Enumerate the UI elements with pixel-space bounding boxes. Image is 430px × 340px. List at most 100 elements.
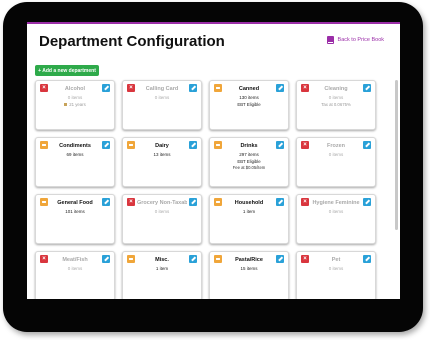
edit-icon[interactable] (276, 84, 284, 92)
item-count: 0 items (154, 95, 170, 100)
department-card: × Cleaning 0 items Tax at 0.0675% (296, 80, 376, 130)
delete-icon[interactable]: × (301, 141, 309, 149)
department-card: Canned 130 items EBT Eligible (209, 80, 289, 130)
edit-icon[interactable] (363, 198, 371, 206)
app-screen: Department Configuration Back to Price B… (27, 22, 400, 299)
delete-icon[interactable]: × (40, 255, 48, 263)
department-card: × Grocery Non-Taxable 0 items (122, 194, 202, 244)
department-fee: Fee at $0.05/item (232, 165, 266, 170)
department-name: Meat/Fish (62, 257, 88, 263)
archive-icon[interactable] (214, 255, 222, 263)
archive-icon[interactable] (214, 141, 222, 149)
edit-icon[interactable] (189, 198, 197, 206)
department-name: Household (234, 200, 264, 206)
department-name: Calling Card (145, 86, 179, 92)
add-department-label: + Add a new department (38, 67, 96, 74)
department-attribute-text: Tax at 0.0675% (321, 102, 351, 107)
edit-icon[interactable] (102, 198, 110, 206)
tablet-frame: Department Configuration Back to Price B… (3, 2, 423, 332)
department-name: General Food (57, 200, 93, 206)
department-name: Alcohol (64, 86, 86, 92)
department-name: Frozen (326, 143, 346, 149)
item-count: 130 items (239, 95, 259, 100)
department-attribute-text: 21 years (69, 102, 86, 107)
item-count: 1 item (242, 209, 256, 214)
item-count: 0 items (328, 209, 344, 214)
item-count: 0 items (328, 95, 344, 100)
delete-icon[interactable]: × (127, 198, 135, 206)
department-card: Misc. 1 item (122, 251, 202, 299)
edit-icon[interactable] (363, 84, 371, 92)
page-title: Department Configuration (39, 33, 225, 50)
edit-icon[interactable] (102, 255, 110, 263)
department-card: Condiments 69 items (35, 137, 115, 187)
department-name: Pet (331, 257, 341, 263)
department-name: Hygiene Feminine (312, 200, 360, 206)
archive-icon[interactable] (214, 198, 222, 206)
department-card: Dairy 13 items (122, 137, 202, 187)
add-department-button[interactable]: + Add a new department (35, 65, 99, 76)
department-name: Condiments (59, 143, 91, 149)
archive-icon[interactable] (214, 84, 222, 92)
item-count: 0 items (328, 266, 344, 271)
item-count: 69 items (66, 152, 84, 157)
department-attribute: 21 years (36, 102, 114, 107)
archive-icon[interactable] (40, 198, 48, 206)
book-icon (326, 36, 334, 44)
edit-icon[interactable] (189, 255, 197, 263)
delete-icon[interactable]: × (127, 84, 135, 92)
edit-icon[interactable] (363, 141, 371, 149)
department-attribute-text: EBT Eligible (237, 102, 261, 107)
department-attribute-text: EBT Eligible (237, 159, 261, 164)
department-attribute: EBT Eligible (210, 159, 288, 164)
edit-icon[interactable] (189, 84, 197, 92)
department-name: Pasta/Rice (235, 257, 263, 263)
delete-icon[interactable]: × (301, 255, 309, 263)
item-count: 101 items (65, 209, 85, 214)
back-link-label: Back to Price Book (337, 37, 384, 43)
department-name: Misc. (155, 257, 169, 263)
edit-icon[interactable] (189, 141, 197, 149)
edit-icon[interactable] (102, 84, 110, 92)
item-count: 0 items (67, 95, 83, 100)
department-name: Grocery Non-Taxable (137, 200, 187, 206)
top-accent-bar (27, 22, 400, 24)
item-count: 0 items (67, 266, 83, 271)
edit-icon[interactable] (102, 141, 110, 149)
department-card: General Food 101 items (35, 194, 115, 244)
item-count: 297 items (239, 152, 259, 157)
delete-icon[interactable]: × (40, 84, 48, 92)
archive-icon[interactable] (127, 141, 135, 149)
item-count: 0 items (328, 152, 344, 157)
scrollbar[interactable] (395, 80, 398, 230)
department-name: Canned (238, 86, 260, 92)
department-card: × Hygiene Feminine 0 items (296, 194, 376, 244)
back-to-price-book-link[interactable]: Back to Price Book (326, 36, 384, 44)
department-name: Dairy (155, 143, 169, 149)
department-name: Drinks (240, 143, 258, 149)
delete-icon[interactable]: × (301, 198, 309, 206)
item-count: 0 items (154, 209, 170, 214)
department-attribute: EBT Eligible (210, 102, 288, 107)
delete-icon[interactable]: × (301, 84, 309, 92)
department-card: × Frozen 0 items (296, 137, 376, 187)
department-card: × Calling Card 0 items (122, 80, 202, 130)
archive-icon[interactable] (40, 141, 48, 149)
archive-icon[interactable] (127, 255, 135, 263)
edit-icon[interactable] (276, 255, 284, 263)
department-card: Pasta/Rice 15 items (209, 251, 289, 299)
department-card: × Meat/Fish 0 items (35, 251, 115, 299)
edit-icon[interactable] (363, 255, 371, 263)
department-card: Drinks 297 items EBT Eligible Fee at $0.05/… (209, 137, 289, 187)
age-restriction-icon (64, 103, 68, 107)
department-attribute: Tax at 0.0675% (297, 102, 375, 107)
item-count: 15 items (240, 266, 258, 271)
department-card: × Alcohol 0 items 21 years (35, 80, 115, 130)
item-count: 1 item (155, 266, 169, 271)
item-count: 13 items (153, 152, 171, 157)
edit-icon[interactable] (276, 141, 284, 149)
department-card: × Pet 0 items (296, 251, 376, 299)
department-name: Cleaning (324, 86, 348, 92)
department-card: Household 1 item (209, 194, 289, 244)
edit-icon[interactable] (276, 198, 284, 206)
